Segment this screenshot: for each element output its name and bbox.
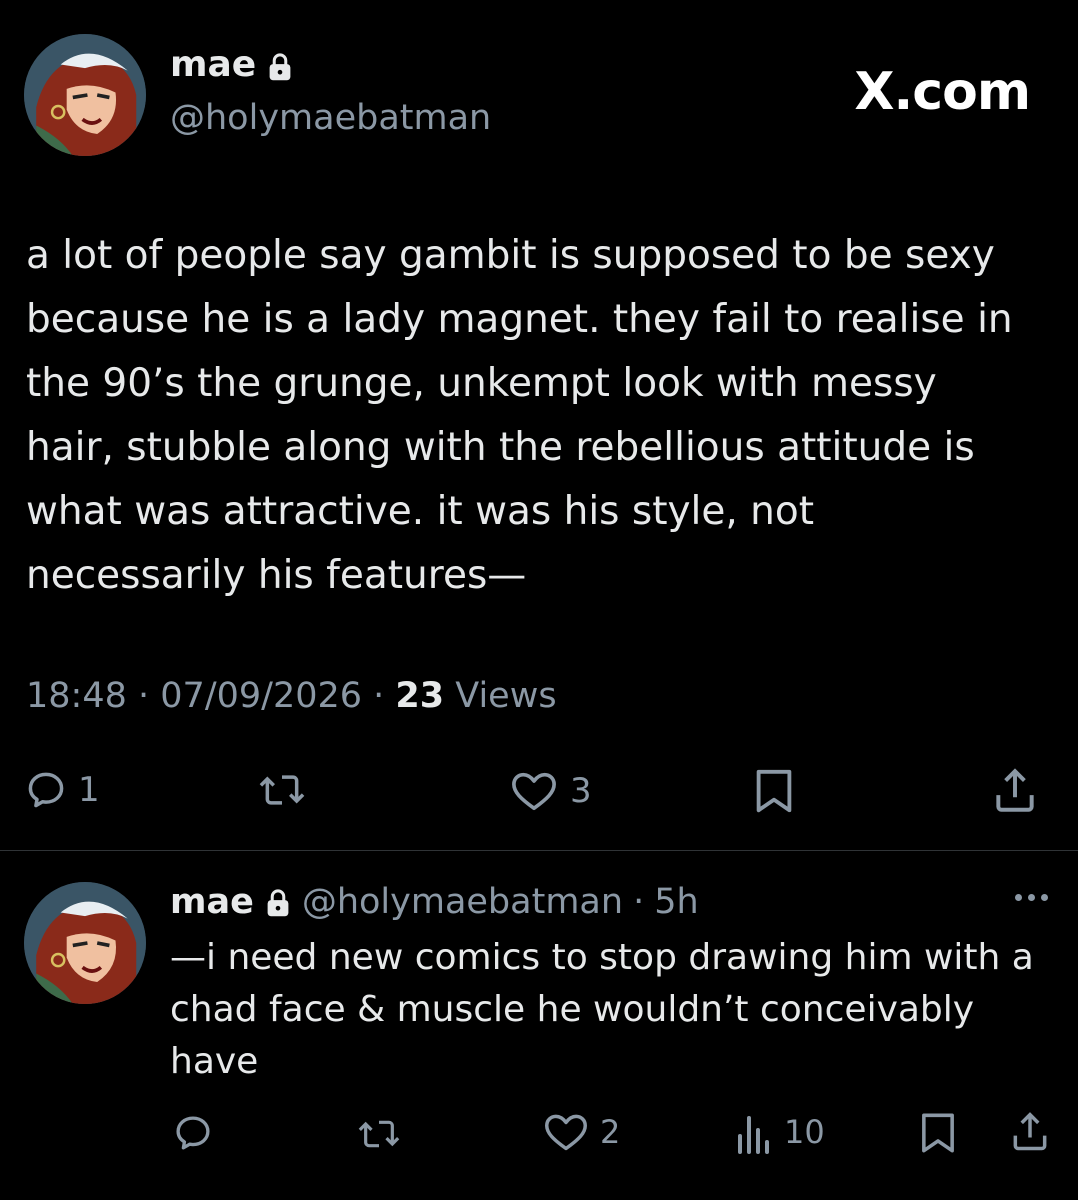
tweet-screenshot: mae @holymaebatman X.com a lot of people… — [0, 0, 1078, 1200]
share-icon — [1013, 1112, 1047, 1151]
like-count: 3 — [570, 771, 592, 811]
views-count: 23 — [395, 676, 445, 716]
lock-icon — [266, 50, 294, 80]
reply-icon — [28, 772, 64, 808]
reply-like-count: 2 — [600, 1113, 621, 1151]
reply-text: —i need new comics to stop drawing him w… — [170, 937, 1034, 1082]
views-label: Views — [455, 676, 557, 716]
meta-separator: · — [373, 676, 396, 716]
reply-age[interactable]: 5h — [654, 882, 698, 922]
more-dot — [1015, 894, 1022, 901]
reply-retweet-button[interactable] — [356, 1114, 402, 1154]
author-name[interactable]: mae — [170, 44, 256, 85]
reply-view-count: 10 — [784, 1113, 825, 1151]
retweet-icon — [358, 1120, 400, 1148]
avatar[interactable] — [24, 34, 146, 156]
brand-logo: X.com — [854, 62, 1031, 122]
reply-count: 1 — [78, 770, 100, 810]
reply-like-button[interactable]: 2 — [542, 1110, 620, 1154]
heart-icon — [545, 1114, 587, 1151]
share-icon — [996, 768, 1034, 812]
reply-bookmark-button[interactable] — [918, 1110, 958, 1156]
reply-icon — [176, 1116, 210, 1150]
reply-share-button[interactable] — [1008, 1110, 1052, 1154]
tweet-meta: 18:48 · 07/09/2026 · 23 Views — [26, 676, 557, 716]
more-dot — [1028, 894, 1035, 901]
divider — [0, 850, 1078, 851]
bookmark-button[interactable] — [752, 766, 796, 816]
reply-reply-button[interactable] — [172, 1112, 214, 1154]
tweet-date[interactable]: 07/09/2026 — [160, 676, 362, 716]
tweet-time[interactable]: 18:48 — [26, 676, 127, 716]
author-name-row[interactable]: mae — [170, 44, 294, 85]
share-button[interactable] — [990, 766, 1040, 816]
lock-icon — [264, 887, 292, 917]
meta-separator: · — [633, 882, 645, 922]
reply-avatar[interactable] — [24, 882, 146, 1004]
retweet-icon — [259, 775, 305, 805]
tweet-text: a lot of people say gambit is supposed t… — [26, 233, 1013, 598]
like-button[interactable]: 3 — [508, 768, 592, 814]
analytics-icon — [738, 1116, 769, 1154]
reply-button[interactable]: 1 — [24, 768, 100, 812]
bookmark-icon — [756, 769, 792, 813]
meta-separator: · — [138, 676, 161, 716]
more-dot — [1041, 894, 1048, 901]
reply-header: mae @holymaebatman · 5h — [170, 882, 699, 922]
retweet-button[interactable] — [258, 768, 306, 812]
reply-views-button[interactable]: 10 — [734, 1110, 825, 1154]
reply-author-handle[interactable]: @holymaebatman — [302, 882, 623, 922]
author-handle[interactable]: @holymaebatman — [170, 98, 491, 138]
heart-icon — [512, 772, 556, 811]
reply-author-name[interactable]: mae — [170, 882, 254, 922]
bookmark-icon — [922, 1113, 954, 1153]
more-icon[interactable] — [1015, 894, 1048, 901]
